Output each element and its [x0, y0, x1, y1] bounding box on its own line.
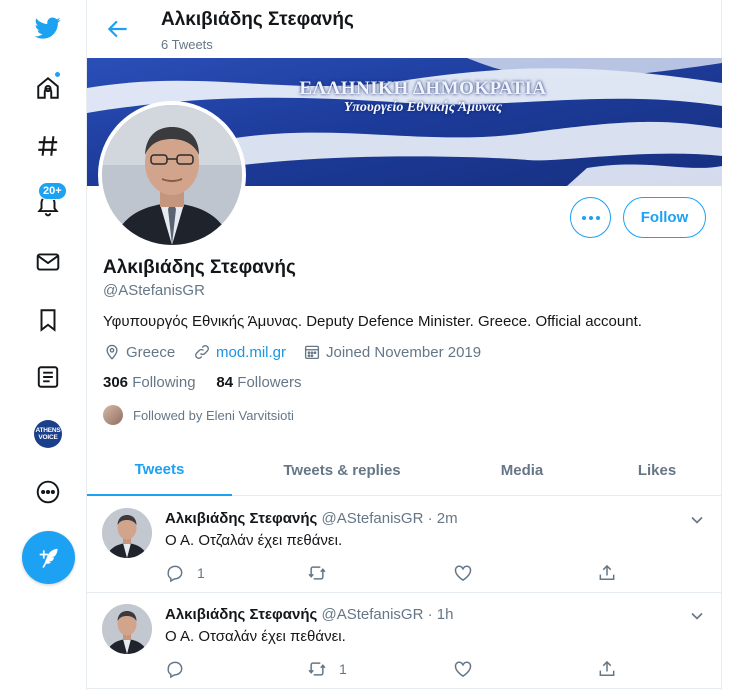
tab-tweets[interactable]: Tweets: [87, 444, 232, 496]
ellipsis-icon: [581, 215, 600, 220]
tweet-avatar[interactable]: [102, 604, 152, 654]
heart-icon: [454, 565, 472, 581]
share-button[interactable]: [597, 563, 617, 583]
retweet-icon: [308, 662, 326, 676]
profile-avatar[interactable]: [98, 101, 246, 249]
tab-tweets-and-replies[interactable]: Tweets & replies: [247, 444, 437, 496]
followers-count: 84: [216, 374, 234, 391]
website-link[interactable]: mod.mil.gr: [216, 344, 286, 361]
share-icon: [599, 564, 615, 580]
profile-location: Greece: [103, 343, 175, 361]
tweet[interactable]: Αλκιβιάδης Στεφανής @AStefanisGR · 1h Ο …: [87, 593, 721, 689]
messages-envelope-icon[interactable]: [26, 240, 70, 284]
header-tweet-count: 6 Tweets: [161, 37, 213, 52]
following-label: Following: [132, 374, 196, 391]
share-button[interactable]: [597, 659, 617, 679]
banner-title: ΕΛΛΗΝΙΚΗ ΔΗΜΟΚΡΑΤΙΑ: [299, 78, 547, 99]
tab-likes[interactable]: Likes: [607, 444, 707, 496]
following-count: 306: [103, 374, 129, 391]
profile-name: Αλκιβιάδης Στεφανής: [103, 257, 296, 278]
more-actions-button[interactable]: [570, 197, 611, 238]
reply-icon: [167, 661, 183, 679]
home-notification-dot: [54, 71, 61, 78]
calendar-icon: [304, 345, 320, 360]
follow-button[interactable]: Follow: [623, 197, 706, 238]
tweet-text: Ο Α. Οτσαλάν έχει πεθάνει.: [165, 628, 346, 645]
like-button[interactable]: [453, 659, 473, 679]
location-text: Greece: [126, 343, 176, 361]
like-button[interactable]: [453, 563, 473, 583]
community-avatar-line-1: ATHENS: [35, 427, 61, 434]
follow-stats: 306 Following 84 Followers: [103, 374, 301, 391]
follower-avatar: [103, 405, 123, 425]
tweet-author-name[interactable]: Αλκιβιάδης Στεφανής: [165, 606, 317, 623]
retweet-icon: [308, 566, 326, 580]
tweet-text: Ο Α. Οτζαλάν έχει πεθάνει.: [165, 532, 343, 549]
reply-count: 1: [197, 565, 205, 581]
tweet-handle-time: @AStefanisGR · 2m: [321, 510, 458, 527]
profile-handle: @AStefanisGR: [103, 282, 205, 299]
bookmarks-icon[interactable]: [26, 298, 70, 342]
chevron-down-icon[interactable]: [687, 606, 707, 626]
location-pin-icon: [106, 344, 118, 360]
followers-stat[interactable]: 84 Followers: [216, 374, 301, 391]
back-arrow-icon[interactable]: [105, 16, 131, 42]
twitter-logo-icon[interactable]: [26, 6, 70, 50]
tweet-handle-time: @AStefanisGR · 1h: [321, 606, 454, 623]
followers-label: Followers: [237, 374, 302, 391]
followed-by-text: Followed by Eleni Varvitsioti: [133, 407, 294, 423]
chevron-down-icon[interactable]: [687, 510, 707, 530]
left-navigation: 20+ ATHENS VOICE: [0, 0, 86, 690]
tweet[interactable]: Αλκιβιάδης Στεφανής @AStefanisGR · 2m Ο …: [87, 497, 721, 593]
tweet-avatar-photo: [102, 604, 152, 654]
profile-column: Αλκιβιάδης Στεφανής 6 Tweets ΕΛΛΗΝΙΚΗ ΔΗ…: [86, 0, 722, 690]
tweet-author-name[interactable]: Αλκιβιάδης Στεφανής: [165, 510, 317, 527]
community-avatar[interactable]: ATHENS VOICE: [26, 412, 70, 456]
profile-website[interactable]: mod.mil.gr: [193, 343, 286, 361]
retweet-button[interactable]: 1: [307, 659, 347, 679]
athens-voice-avatar-icon: ATHENS VOICE: [34, 420, 62, 448]
share-icon: [599, 660, 615, 676]
home-icon[interactable]: [26, 66, 70, 110]
followed-by[interactable]: Followed by Eleni Varvitsioti: [103, 405, 294, 425]
profile-photo: [102, 105, 242, 245]
retweet-button[interactable]: [307, 563, 339, 583]
tweet-header: Αλκιβιάδης Στεφανής @AStefanisGR · 1h: [165, 606, 453, 623]
profile-joined: Joined November 2019: [303, 343, 481, 361]
notifications-bell-icon[interactable]: 20+: [26, 182, 70, 226]
tweet-avatar[interactable]: [102, 508, 152, 558]
profile-tabs: Tweets Tweets & replies Media Likes: [87, 444, 721, 496]
community-avatar-line-2: VOICE: [38, 434, 58, 441]
explore-hashtag-icon[interactable]: [26, 124, 70, 168]
feather-plus-icon: [39, 548, 58, 568]
reply-button[interactable]: 1: [165, 563, 205, 583]
following-stat[interactable]: 306 Following: [103, 374, 196, 391]
tab-media[interactable]: Media: [467, 444, 577, 496]
tweet-avatar-photo: [102, 508, 152, 558]
tweet-header: Αλκιβιάδης Στεφανής @AStefanisGR · 2m: [165, 510, 458, 527]
joined-text: Joined November 2019: [326, 343, 482, 361]
retweet-count: 1: [339, 661, 347, 677]
heart-icon: [454, 661, 472, 677]
link-icon: [195, 345, 209, 359]
profile-header-bar: Αλκιβιάδης Στεφανής 6 Tweets: [87, 0, 721, 58]
banner-subtitle: Υπουργείο Εθνικής Άμυνας: [343, 100, 503, 115]
header-name: Αλκιβιάδης Στεφανής: [161, 9, 354, 30]
reply-icon: [167, 565, 183, 583]
notifications-badge: 20+: [38, 182, 67, 200]
lists-icon[interactable]: [26, 355, 70, 399]
profile-bio: Υφυπουργός Εθνικής Άμυνας. Deputy Defenc…: [103, 313, 642, 330]
more-options-icon[interactable]: [26, 470, 70, 514]
reply-button[interactable]: [165, 659, 197, 679]
compose-tweet-button[interactable]: [22, 531, 75, 584]
